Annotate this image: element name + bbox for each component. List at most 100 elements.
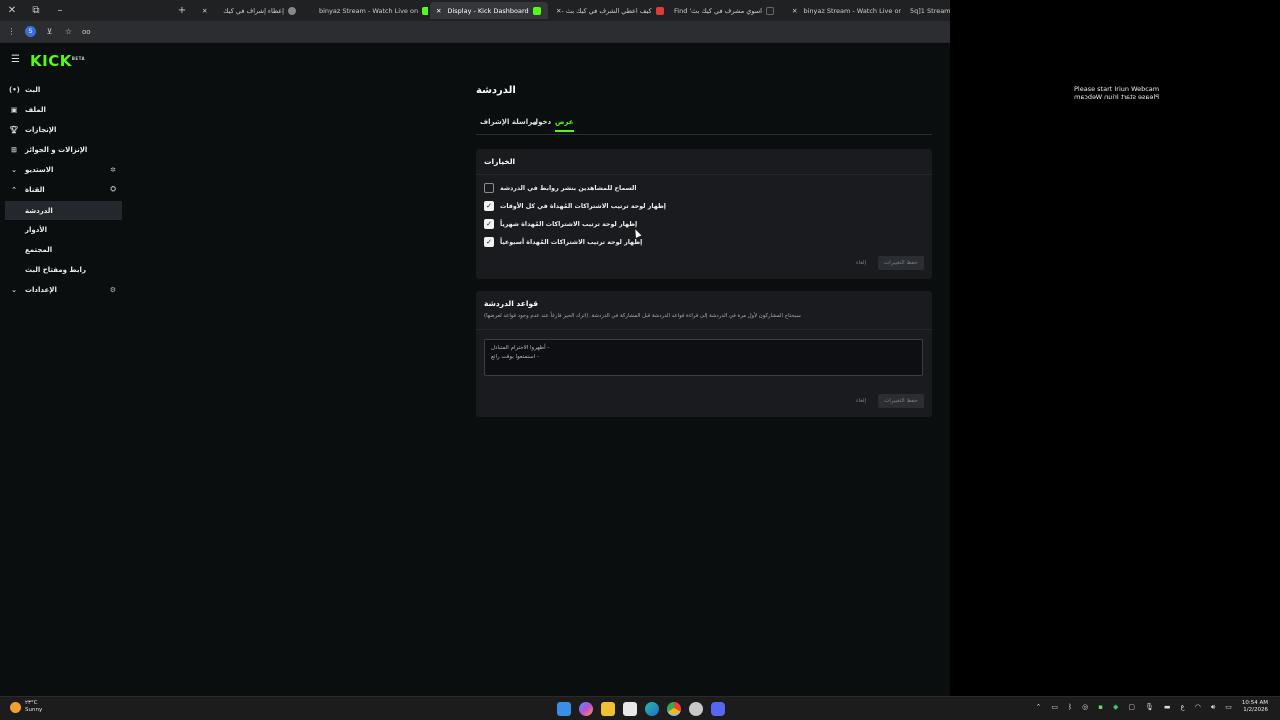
weather-widget[interactable]: ٢٣°C Sunny: [10, 700, 42, 714]
menu-dots-icon[interactable]: ⋮: [6, 26, 17, 37]
address-text[interactable]: oo: [82, 28, 91, 36]
checkbox-checked[interactable]: ✓: [484, 237, 494, 247]
tab-display[interactable]: عرض: [555, 118, 574, 132]
tiktok-favicon-icon: [766, 6, 774, 15]
sidebar-item-chat[interactable]: الدردشة: [5, 201, 122, 220]
checkbox-checked[interactable]: ✓: [484, 219, 494, 229]
sidebar-item-stream[interactable]: (•) البث: [5, 80, 122, 99]
tab-item[interactable]: Find 'اسوي مشرف في كيك بث: [668, 2, 783, 19]
chevron-up-icon: ⌃: [11, 185, 17, 194]
tab-mod-messages[interactable]: مراسلة الإشراف: [480, 118, 537, 126]
tab-item[interactable]: ✕ binyaz Stream - Watch Live on: [786, 2, 901, 19]
tab-item[interactable]: ✕ إعطاء إشراف في كيك: [196, 2, 306, 19]
sidebar-item-profile[interactable]: ▣ الملف: [5, 100, 122, 119]
globe-icon: [288, 6, 296, 15]
rules-line: - استمتعوا بوقت رائع: [491, 354, 539, 360]
rules-description: سيحتاج المشاركون لأول مرة في الدردشة إلى…: [484, 313, 801, 319]
battery-icon[interactable]: ▭: [1225, 703, 1232, 711]
save-changes-button[interactable]: حفظ التغييرات: [878, 394, 924, 408]
tab-item-active[interactable]: ✕ Display - Kick Dashboard: [430, 2, 548, 19]
restore-window-icon[interactable]: ⧉: [24, 0, 48, 21]
save-changes-button[interactable]: حفظ التغييرات: [878, 256, 924, 270]
sidebar-item-studio[interactable]: ⌄ الاستديو ✲: [5, 160, 122, 179]
option-gift-leaderboard-weekly[interactable]: ✓ إظهار لوحة ترتيب الاشتراكات المُهداة أ…: [484, 236, 642, 248]
option-allow-links[interactable]: السماح للمشاهدين بنشر روابط في الدردشة: [484, 182, 637, 194]
tray-app-icon[interactable]: ◆: [1113, 703, 1118, 711]
cancel-button[interactable]: إلغاء: [852, 256, 870, 270]
bluetooth-icon[interactable]: ᛒ: [1068, 703, 1072, 711]
sidebar-item-drops[interactable]: ⊞ الإنزالات و الجوائز: [5, 140, 122, 159]
close-tab-icon[interactable]: ✕: [436, 7, 441, 15]
tray-app-icon[interactable]: ▭: [1051, 703, 1058, 711]
kick-favicon-icon: [532, 6, 541, 15]
gift-icon: ⊞: [11, 145, 17, 154]
divider: [476, 329, 932, 330]
checkbox-checked[interactable]: ✓: [484, 201, 494, 211]
tray-app-icon[interactable]: ▪: [1098, 703, 1103, 711]
volume-icon[interactable]: 🔊︎: [1211, 703, 1215, 712]
channel-icon: ⛭: [110, 185, 116, 193]
copilot-icon[interactable]: [579, 702, 593, 716]
live-icon: (•): [9, 85, 20, 94]
edge-icon[interactable]: [645, 702, 659, 716]
clock[interactable]: 10:54 AM 1/2/2026: [1242, 700, 1268, 714]
page-title: الدردشة: [476, 85, 516, 96]
trophy-icon: 🏆︎: [9, 125, 19, 134]
tab-search-icon[interactable]: ⊻: [44, 26, 55, 37]
profile-icon: ▣: [10, 105, 18, 114]
kick-favicon-icon: [422, 6, 428, 15]
chat-rules-card: قواعد الدردشة سيحتاج المشاركون لأول مرة …: [476, 291, 932, 417]
tab-item[interactable]: 5q]1 Stream: [904, 2, 950, 19]
bookmark-star-icon[interactable]: ☆: [63, 26, 74, 37]
sidebar-item-settings[interactable]: ⌄ الإعدادات ⚙: [5, 280, 122, 299]
chevron-up-icon[interactable]: ⌃: [1035, 703, 1041, 711]
chevron-down-icon: ⌄: [11, 285, 17, 294]
discord-icon[interactable]: [711, 702, 725, 716]
tray-app-icon[interactable]: ▬: [1164, 703, 1171, 711]
store-icon[interactable]: [623, 702, 637, 716]
gear-icon: ⚙: [109, 285, 116, 294]
chrome-icon[interactable]: [667, 702, 681, 716]
tab-item[interactable]: ✕ كيف اعطي الشرف في كيك بث -: [550, 2, 665, 19]
tray-app-icon[interactable]: ◎: [1082, 703, 1088, 711]
sidebar-item-achievements[interactable]: 🏆︎ الإنجازات: [5, 120, 122, 139]
profile-avatar-icon[interactable]: S: [25, 26, 36, 37]
windows-start-icon[interactable]: [557, 702, 571, 716]
windows-taskbar: ٢٣°C Sunny ⌃ ▭ ᛒ ◎ ▪ ◆ ▢ 🎙︎ ▬ ع ◠ 🔊︎ ▭ 1…: [0, 696, 1280, 720]
minimize-window-icon[interactable]: –: [48, 0, 72, 21]
sun-icon: [10, 701, 21, 713]
tray-app-icon[interactable]: ▢: [1128, 703, 1135, 711]
obs-icon[interactable]: [689, 702, 703, 716]
close-tab-icon[interactable]: ✕: [792, 7, 797, 15]
youtube-favicon-icon: [655, 6, 664, 15]
cancel-button[interactable]: إلغاء: [852, 394, 870, 408]
option-gift-leaderboard-alltime[interactable]: ✓ إظهار لوحة ترتيب الاشتراكات المُهداة ف…: [484, 200, 666, 212]
tab-login[interactable]: دخول: [532, 118, 551, 126]
wifi-icon[interactable]: ◠: [1195, 703, 1201, 711]
options-card: الخيارات السماح للمشاهدين بنشر روابط في …: [476, 149, 932, 279]
sidebar-item-community[interactable]: المجتمع: [5, 240, 122, 259]
hamburger-menu-icon[interactable]: ☰: [11, 55, 21, 65]
language-indicator[interactable]: ع: [1181, 703, 1185, 711]
kick-logo[interactable]: KICKBETA: [30, 52, 85, 70]
checkbox-unchecked[interactable]: [484, 183, 494, 193]
sidebar-item-roles[interactable]: الأدوار: [5, 220, 122, 239]
sidebar-item-stream-key[interactable]: رابط ومفتاح البث: [5, 260, 122, 279]
studio-icon: ✲: [110, 165, 116, 174]
chat-settings-tabs: مراسلة الإشراف دخول عرض: [476, 114, 932, 135]
sidebar-item-channel[interactable]: ⌃ القناة ⛭: [5, 180, 122, 199]
rules-heading: قواعد الدردشة: [484, 299, 539, 308]
rules-line: - أظهروا الاحترام المتبادل: [491, 345, 550, 351]
file-explorer-icon[interactable]: [601, 702, 615, 716]
rules-textarea[interactable]: - أظهروا الاحترام المتبادل - استمتعوا بو…: [484, 339, 923, 376]
option-gift-leaderboard-monthly[interactable]: ✓ إظهار لوحة ترتيب الاشتراكات المُهداة ش…: [484, 218, 637, 230]
close-window-icon[interactable]: ✕: [0, 0, 24, 21]
webcam-message-mirrored: Please start Iriun Webcam: [1074, 93, 1160, 101]
chevron-down-icon: ⌄: [11, 165, 17, 174]
tab-item[interactable]: binyaz Stream - Watch Live on: [313, 2, 428, 19]
microphone-icon[interactable]: 🎙︎: [1145, 703, 1154, 711]
new-tab-icon[interactable]: +: [170, 0, 194, 21]
system-tray: ⌃ ▭ ᛒ ◎ ▪ ◆ ▢ 🎙︎ ▬ ع ◠ 🔊︎ ▭ 10:54 AM 1/2…: [1035, 700, 1268, 714]
browser-window: ✕ ⧉ – + ✕ إعطاء إشراف في كيك binyaz Stre…: [0, 0, 950, 696]
webcam-message: Please start Iriun Webcam: [1074, 85, 1160, 93]
